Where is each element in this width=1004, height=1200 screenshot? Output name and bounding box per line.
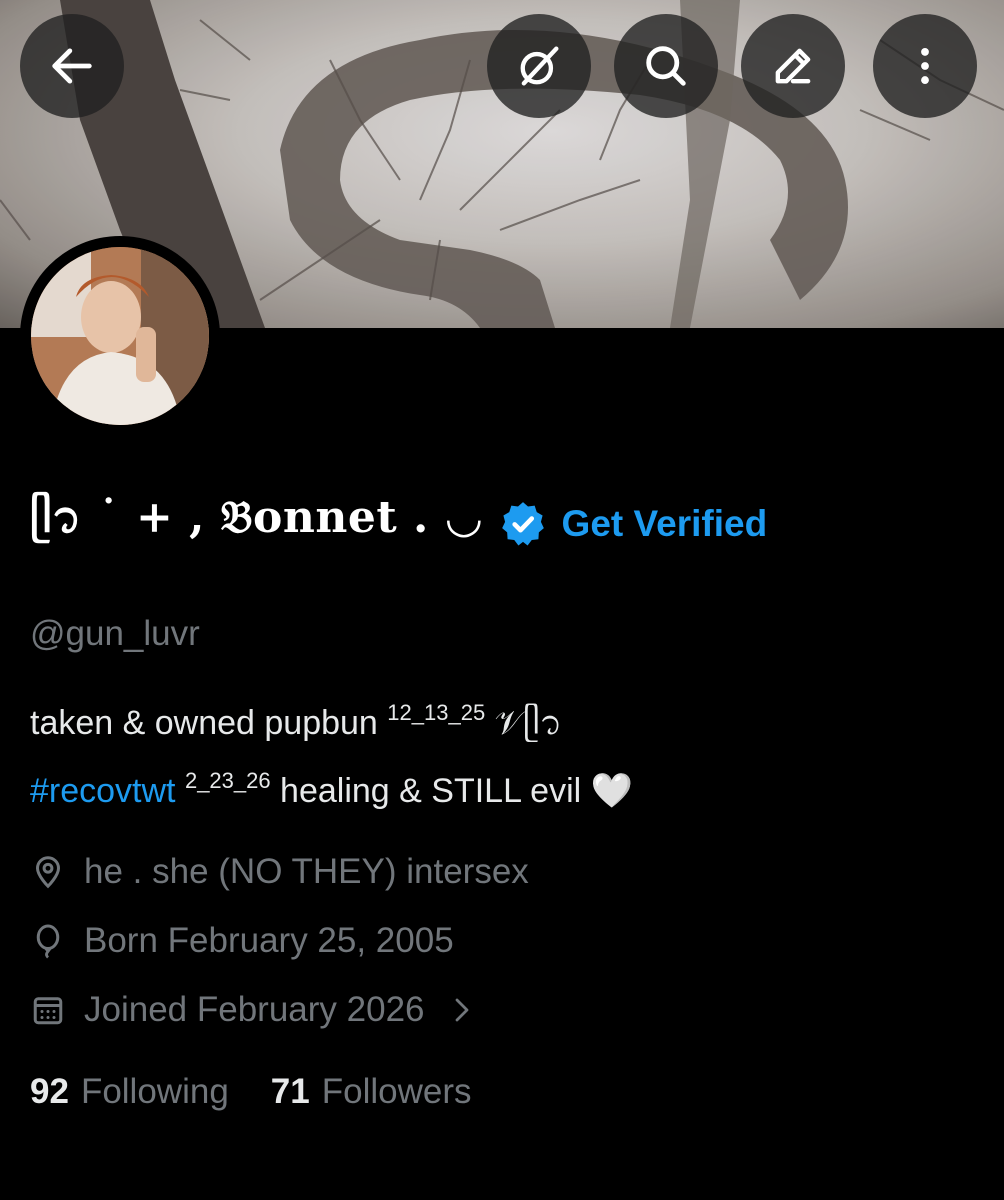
avatar-image <box>31 247 209 425</box>
bottom-area <box>0 1160 1004 1200</box>
following-label: Following <box>80 1072 229 1111</box>
joined-text: Joined February 2026 <box>84 990 425 1029</box>
profile-page: ᥫ᭡ ˙ + , 𝔅onnet . ◡ Get Verified @gun_lu… <box>0 0 1004 1200</box>
balloon-icon <box>36 924 60 959</box>
following-count: 92 <box>30 1072 69 1111</box>
arrow-left-icon <box>52 48 92 84</box>
more-vertical-icon <box>921 48 929 84</box>
location-text: he . she (NO THEY) intersex <box>84 852 529 891</box>
back-button[interactable] <box>20 14 124 118</box>
followers-count: 71 <box>270 1072 310 1111</box>
bio-line-2: #recovtwt 2_23_26 healing & STILL evil 🤍 <box>30 768 633 811</box>
bio-date-1: 12_13_25 <box>387 700 486 725</box>
pencil-icon <box>775 48 811 84</box>
verified-badge-icon[interactable] <box>498 499 548 549</box>
search-icon <box>646 46 686 86</box>
birthday-text: Born February 25, 2005 <box>84 921 454 960</box>
follow-stats: 92 Following 71 Followers <box>30 1072 472 1112</box>
calendar-icon <box>33 997 63 1025</box>
profile-handle: @gun_luvr <box>30 614 200 653</box>
birthday-row: Born February 25, 2005 <box>30 921 454 961</box>
grok-button[interactable] <box>487 14 591 118</box>
edit-profile-button[interactable] <box>741 14 845 118</box>
bio-line-1: taken & owned pupbun 12_13_25 𝒱ᥫ᭡ <box>30 698 562 759</box>
bio-date-2: 2_23_26 <box>184 768 271 793</box>
search-button[interactable] <box>614 14 718 118</box>
joined-row[interactable]: Joined February 2026 <box>30 990 477 1030</box>
get-verified-link[interactable]: Get Verified <box>562 503 768 545</box>
chevron-right-icon <box>455 998 468 1022</box>
location-row: he . she (NO THEY) intersex <box>30 852 529 892</box>
following-link[interactable]: 92 Following <box>30 1072 229 1112</box>
followers-link[interactable]: 71 Followers <box>271 1072 472 1112</box>
grok-icon <box>520 46 559 86</box>
avatar[interactable] <box>20 236 220 436</box>
display-name: ᥫ᭡ ˙ + , 𝔅onnet . ◡ <box>30 491 484 543</box>
name-row: ᥫ᭡ ˙ + , 𝔅onnet . ◡ Get Verified <box>30 492 767 556</box>
bio-text-2: healing & STILL evil 🤍 <box>270 772 633 810</box>
bio-symbol: 𝒱ᥫ᭡ <box>485 704 563 742</box>
more-options-button[interactable] <box>873 14 977 118</box>
hashtag-link[interactable]: #recovtwt <box>30 772 176 810</box>
location-pin-icon <box>35 856 61 889</box>
followers-label: Followers <box>321 1072 472 1111</box>
bio-text-1: taken & owned pupbun <box>30 704 388 742</box>
